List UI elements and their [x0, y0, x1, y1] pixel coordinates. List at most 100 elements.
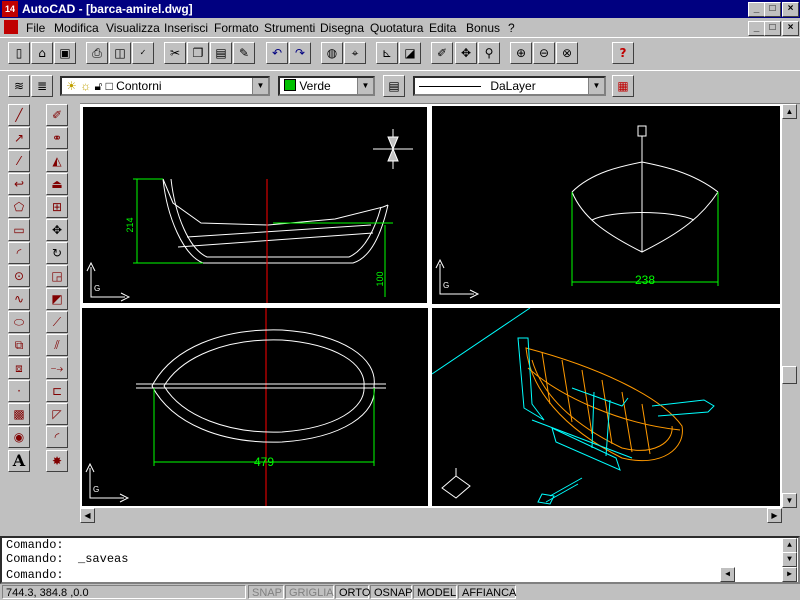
horizontal-scrollbar[interactable]: ◀ ▶ [80, 508, 782, 524]
menu-quotatura[interactable]: Quotatura [370, 21, 423, 35]
pan-icon[interactable]: ✥ [455, 42, 477, 64]
copy-icon[interactable]: ❐ [187, 42, 209, 64]
cmd-scroll-down-icon[interactable]: ▼ [782, 552, 797, 567]
polyline-icon[interactable]: ⁄ [8, 150, 30, 172]
vertical-scrollbar[interactable]: ▲ ▼ [782, 104, 798, 508]
ellipse-icon[interactable]: ⬭ [8, 311, 30, 333]
zoom-previous-icon[interactable]: ⊖ [533, 42, 555, 64]
print-icon[interactable]: ⎙ [86, 42, 108, 64]
ortho-toggle[interactable]: ORTO [335, 585, 370, 599]
object-snap-icon[interactable]: ⌖ [344, 42, 366, 64]
lengthen-icon[interactable]: ⟋ [46, 311, 68, 333]
scroll-right-icon[interactable]: ▶ [767, 508, 782, 523]
color-combo[interactable]: Verde ▼ [278, 76, 375, 96]
arc-icon[interactable]: ◜ [8, 242, 30, 264]
tile-toggle[interactable]: AFFIANCA [458, 585, 516, 599]
copy-object-icon[interactable]: ⚭ [46, 127, 68, 149]
grid-toggle[interactable]: GRIGLIA [285, 585, 334, 599]
viewport-front[interactable]: 214 100 G [82, 106, 428, 304]
erase-icon[interactable]: ✐ [46, 104, 68, 126]
autocad-app-icon[interactable]: 14 [2, 1, 18, 17]
menu-edita[interactable]: Edita [429, 21, 456, 35]
extend-icon[interactable]: ⤍ [46, 357, 68, 379]
scale-icon[interactable]: ◲ [46, 265, 68, 287]
rotate-icon[interactable]: ↻ [46, 242, 68, 264]
linetype-combo[interactable]: DaLayer ▼ [413, 76, 606, 96]
chevron-down-icon[interactable]: ▼ [357, 78, 373, 94]
zoom-window-icon[interactable]: ⊕ [510, 42, 532, 64]
model-toggle[interactable]: MODEL [413, 585, 457, 599]
command-window[interactable]: Comando: Comando: _saveas Comando: ▲ ▼ ◀… [0, 536, 800, 584]
redo-icon[interactable]: ↷ [289, 42, 311, 64]
polygon-icon[interactable]: ↩ [8, 173, 30, 195]
viewport-isometric[interactable] [432, 308, 780, 506]
mirror-icon[interactable]: ◭ [46, 150, 68, 172]
insert-block-icon[interactable]: ⧉ [8, 334, 30, 356]
zoom-extents-icon[interactable]: ⊗ [556, 42, 578, 64]
explode-icon[interactable]: ✸ [46, 450, 68, 472]
doc-restore-button[interactable]: □ [764, 21, 781, 36]
save-icon[interactable]: ▣ [54, 42, 76, 64]
point-icon[interactable]: · [8, 380, 30, 402]
new-icon[interactable]: ▯ [8, 42, 30, 64]
region-icon[interactable]: ◉ [8, 426, 30, 448]
linetype-icon[interactable]: ▤ [383, 75, 405, 97]
menu-formato[interactable]: Formato [214, 21, 259, 35]
line-icon[interactable]: ╱ [8, 104, 30, 126]
open-icon[interactable]: ⌂ [31, 42, 53, 64]
spline-icon[interactable]: ∿ [8, 288, 30, 310]
make-block-icon[interactable]: ⧈ [8, 357, 30, 379]
ucs-icon[interactable]: ⊾ [376, 42, 398, 64]
menu-bonus[interactable]: Bonus [466, 21, 500, 35]
fillet-icon[interactable]: ◜ [46, 426, 68, 448]
doc-minimize-button[interactable]: _ [748, 21, 765, 36]
scroll-up-icon[interactable]: ▲ [782, 104, 797, 119]
menu-visualizza[interactable]: Visualizza [106, 21, 160, 35]
menu-modifica[interactable]: Modifica [54, 21, 99, 35]
viewport-side[interactable]: 238 G [432, 106, 780, 304]
menu-file[interactable]: File [26, 21, 45, 35]
menu-strumenti[interactable]: Strumenti [264, 21, 315, 35]
stretch-icon[interactable]: ◩ [46, 288, 68, 310]
chamfer-icon[interactable]: ◸ [46, 403, 68, 425]
hatch-icon[interactable]: ▩ [8, 403, 30, 425]
aerial-view-icon[interactable]: ✐ [431, 42, 453, 64]
circle-icon[interactable]: ⊙ [8, 265, 30, 287]
construction-line-icon[interactable]: ↗ [8, 127, 30, 149]
menu-inserisci[interactable]: Inserisci [164, 21, 208, 35]
menu-disegna[interactable]: Disegna [320, 21, 364, 35]
paste-icon[interactable]: ▤ [210, 42, 232, 64]
chevron-down-icon[interactable]: ▼ [588, 78, 604, 94]
pentagon-icon[interactable]: ⬠ [8, 196, 30, 218]
command-prompt[interactable]: Comando: [6, 568, 64, 582]
properties-icon[interactable]: ▦ [612, 75, 634, 97]
undo-icon[interactable]: ↶ [266, 42, 288, 64]
print-preview-icon[interactable]: ◫ [109, 42, 131, 64]
scroll-thumb[interactable] [782, 366, 797, 384]
osnap-toggle[interactable]: OSNAP [370, 585, 413, 599]
doc-close-button[interactable]: × [782, 21, 799, 36]
help-icon[interactable]: ? [612, 42, 634, 64]
move-icon[interactable]: ✥ [46, 219, 68, 241]
document-icon[interactable] [4, 20, 18, 34]
match-properties-icon[interactable]: ✎ [233, 42, 255, 64]
array-icon[interactable]: ⊞ [46, 196, 68, 218]
minimize-button[interactable]: _ [748, 2, 765, 17]
named-views-icon[interactable]: ◪ [399, 42, 421, 64]
scroll-left-icon[interactable]: ◀ [80, 508, 95, 523]
close-button[interactable]: × [782, 2, 799, 17]
cut-icon[interactable]: ✂ [164, 42, 186, 64]
trim-icon[interactable]: ⫽ [46, 334, 68, 356]
spell-check-icon[interactable]: ✓ [132, 42, 154, 64]
maximize-button[interactable]: □ [764, 2, 781, 17]
make-layer-current-icon[interactable]: ≋ [8, 75, 30, 97]
snap-toggle[interactable]: SNAP [248, 585, 284, 599]
viewport-top[interactable]: 479 G [82, 308, 428, 506]
offset-icon[interactable]: ⏏ [46, 173, 68, 195]
layers-icon[interactable]: ≣ [31, 75, 53, 97]
cmd-scroll-right-icon[interactable]: ▶ [782, 567, 797, 582]
rectangle-icon[interactable]: ▭ [8, 219, 30, 241]
launch-browser-icon[interactable]: ◍ [321, 42, 343, 64]
scroll-down-icon[interactable]: ▼ [782, 493, 797, 508]
cmd-scroll-up-icon[interactable]: ▲ [782, 538, 797, 553]
